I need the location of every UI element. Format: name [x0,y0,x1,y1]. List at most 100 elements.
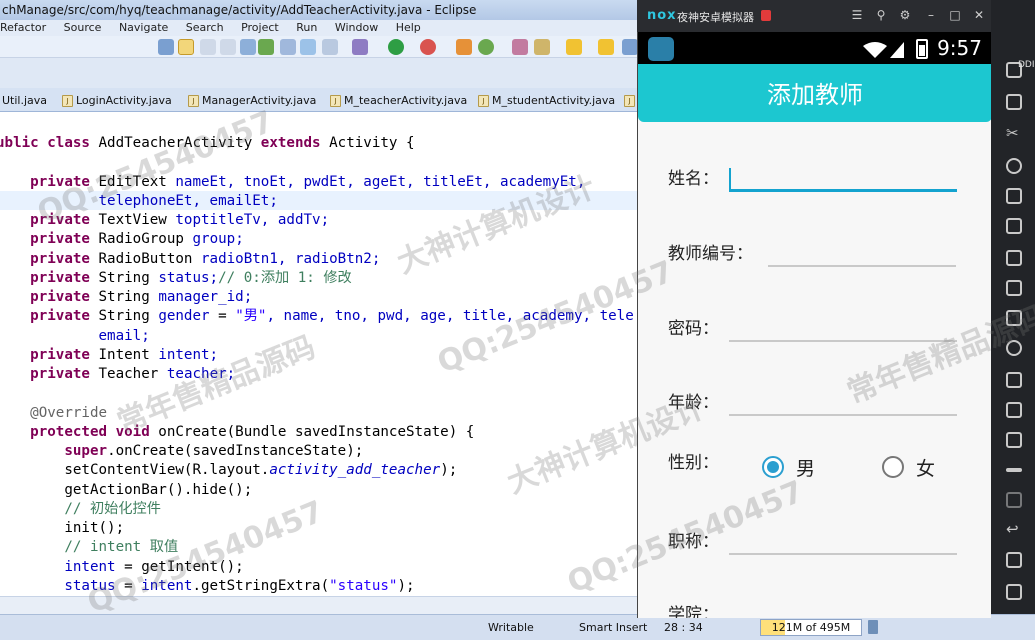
java-file-icon: J [188,95,199,107]
recent-apps-icon[interactable] [1006,584,1022,600]
teacher-number-input[interactable] [768,265,956,267]
notification-badge-icon[interactable] [761,10,771,21]
run-icon[interactable] [388,39,404,55]
label-age: 年龄： [668,393,719,413]
toolbar-icon[interactable] [534,39,550,55]
menu-window[interactable]: Window [335,21,378,34]
menu-help[interactable]: Help [396,21,421,34]
run-external-icon[interactable] [420,39,436,55]
new-icon[interactable] [478,39,494,55]
scissors-icon[interactable]: ✂ [1006,124,1022,142]
tab-util[interactable]: JUtil.java [0,91,47,111]
loading-icon[interactable] [1006,340,1022,356]
heap-status[interactable]: 121M of 495M [760,619,862,636]
nox-window-title: 夜神安卓模拟器 [677,11,754,24]
status-writable: Writable [488,621,534,634]
eclipse-menu-bar: Refactor Source Navigate Search Project … [0,20,640,36]
desktop: chManage/src/com/hyq/teachmanage/activit… [0,0,1035,640]
name-input[interactable] [729,189,957,192]
java-file-icon: J [478,95,489,107]
toolbar-icon[interactable] [200,39,216,55]
radio-male-label: 男 [796,458,816,480]
toolbar-icon[interactable] [240,39,256,55]
password-input[interactable] [729,340,957,342]
nox-side-toolbar: ✂ ↩ [991,0,1035,614]
java-file-icon: J [62,95,73,107]
toolbar-icon[interactable] [598,39,614,55]
java-file-icon: J [330,95,341,107]
back-icon[interactable]: ↩ [1006,520,1022,538]
menu-navigate[interactable]: Navigate [119,21,168,34]
menu-source[interactable]: Source [64,21,102,34]
nox-title-bar: nox 夜神安卓模拟器 ☰ ⚲ ⚙ – □ ✕ [637,0,991,32]
side-top-label: DDI [1018,60,1035,70]
tab-overflow[interactable]: J [622,91,638,111]
toolbar-icon[interactable] [512,39,528,55]
tab-m-teacher-activity[interactable]: J M_teacherActivity.java [328,91,467,111]
editor-horizontal-scrollbar[interactable] [0,596,640,614]
status-cursor-position: 28 : 34 [664,621,703,634]
tab-manager-activity[interactable]: J ManagerActivity.java [186,91,316,111]
age-input[interactable] [729,414,957,416]
heap-usage-text: 121M of 495M [771,621,851,634]
gear-icon[interactable]: ⚙ [897,7,913,23]
home-icon[interactable] [1006,552,1022,568]
location-icon[interactable] [1006,158,1022,174]
radio-male[interactable] [762,456,784,478]
java-source: ublic class AddTeacherActivity extends A… [0,135,634,594]
record-icon[interactable] [1006,402,1022,418]
toolbar-icon[interactable] [220,39,236,55]
install-apk-icon[interactable] [1006,310,1022,326]
status-insert-mode: Smart Insert [579,621,648,634]
toolbar-icon[interactable] [456,39,472,55]
android-sdk-icon[interactable] [258,39,274,55]
menu-search[interactable]: Search [186,21,224,34]
label-gender: 性别： [668,453,719,473]
multi-window-icon[interactable] [1006,492,1022,508]
toolbar-icon[interactable] [280,39,296,55]
debug-icon[interactable] [352,39,368,55]
label-academy: 学院： [668,605,719,618]
battery-icon [916,39,928,59]
tab-login-activity[interactable]: J LoginActivity.java [60,91,172,111]
editor-tabs: JUtil.java JLoginActivity.java JManagerA… [0,88,640,112]
android-screen: 9:57 添加教师 姓名： 教师编号： 密码： 年龄： 性别： 男 女 职称： … [637,32,991,618]
screen-icon[interactable] [1006,188,1022,204]
keyboard-icon[interactable] [1006,94,1022,110]
eclipse-window-title: chManage/src/com/hyq/teachmanage/activit… [0,0,640,20]
volume-up-icon[interactable] [1006,250,1022,266]
label-teacher-number: 教师编号： [668,244,753,264]
radio-female-label: 女 [916,458,936,480]
maximize-icon[interactable]: □ [947,7,963,23]
volume-down-icon[interactable] [1006,280,1022,296]
more-icon[interactable] [1006,468,1022,472]
wifi-icon [863,42,887,58]
multi-instance-icon[interactable] [1006,432,1022,448]
app-notification-icon [648,37,674,61]
title-input[interactable] [729,553,957,555]
toggle-mark-icon[interactable] [178,39,194,55]
label-name: 姓名： [668,169,719,189]
toolbar-icon[interactable] [566,39,582,55]
toolbar-icon[interactable] [300,39,316,55]
menu-project[interactable]: Project [241,21,279,34]
toolbar-icon[interactable] [622,39,638,55]
garbage-collect-icon[interactable] [868,620,878,634]
nox-settings-icon[interactable]: ☰ [849,7,865,23]
java-file-icon: J [624,95,635,107]
radio-female[interactable] [882,456,904,478]
tab-m-student-activity[interactable]: J M_studentActivity.java [476,91,615,111]
code-editor[interactable]: ublic class AddTeacherActivity extends A… [0,112,640,614]
toolbar-icon[interactable] [158,39,174,55]
macro-icon[interactable] [1006,372,1022,388]
fullscreen-icon[interactable] [1006,218,1022,234]
eclipse-toolbar [0,36,640,58]
menu-refactor[interactable]: Refactor [0,21,46,34]
menu-run[interactable]: Run [296,21,317,34]
close-icon[interactable]: ✕ [971,7,987,23]
pin-icon[interactable]: ⚲ [873,7,889,23]
minimize-icon[interactable]: – [923,7,939,23]
label-title: 职称： [668,532,719,552]
toolbar-icon[interactable] [322,39,338,55]
label-password: 密码： [668,319,719,339]
